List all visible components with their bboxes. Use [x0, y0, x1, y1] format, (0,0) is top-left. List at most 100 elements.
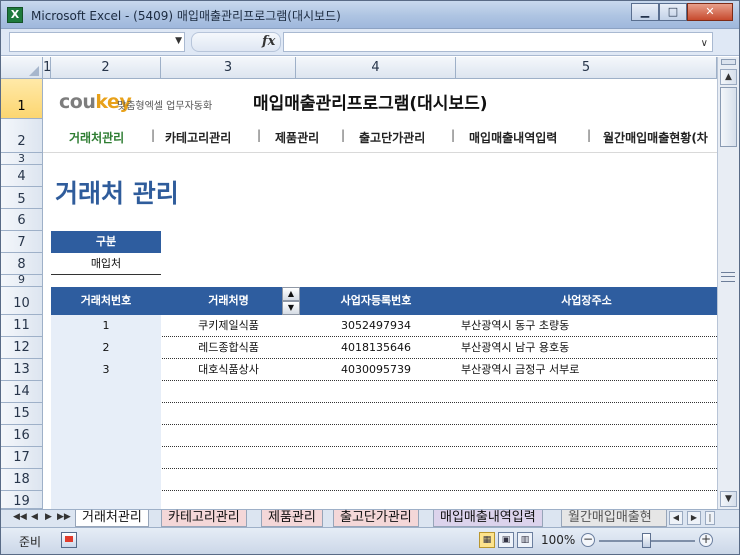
- split-grip-icon[interactable]: [721, 272, 735, 282]
- row-header[interactable]: 7: [1, 231, 43, 253]
- next-sheet-icon[interactable]: ▶: [45, 512, 52, 522]
- window-controls: ▁ □ ✕: [631, 3, 733, 21]
- tab-scroll-left-icon[interactable]: ◀: [669, 511, 683, 525]
- scroll-up-icon[interactable]: ▲: [720, 69, 737, 85]
- cell-vendor-no[interactable]: [51, 447, 161, 469]
- row-header[interactable]: 4: [1, 165, 43, 187]
- page-break-view-icon[interactable]: ▥: [517, 532, 533, 548]
- row-header[interactable]: 10: [1, 287, 43, 315]
- cell-address[interactable]: 부산광역시 남구 용호동: [456, 337, 717, 359]
- cell-vendor-no[interactable]: [51, 425, 161, 447]
- nav-item-monthly[interactable]: 월간매입매출현황(차: [603, 129, 708, 146]
- name-box[interactable]: ▼: [9, 32, 185, 52]
- sheet-tab-categories[interactable]: 카테고리관리: [161, 510, 247, 527]
- cell-vendor-no[interactable]: [51, 469, 161, 491]
- normal-view-icon[interactable]: ▦: [479, 532, 495, 548]
- sheet-tab-monthly[interactable]: 월간매입매출현: [561, 510, 667, 527]
- cell-vendor-no[interactable]: [51, 381, 161, 403]
- row-header[interactable]: 14: [1, 381, 43, 403]
- prev-sheet-icon[interactable]: ◀: [31, 512, 38, 522]
- column-header[interactable]: 4: [296, 57, 456, 79]
- cell-vendor-name[interactable]: 레드종합식품: [161, 337, 296, 359]
- cell-vendor-no[interactable]: [51, 403, 161, 425]
- table-row[interactable]: [51, 491, 717, 509]
- table-row[interactable]: [51, 447, 717, 469]
- last-sheet-icon[interactable]: ▶▶: [57, 512, 71, 522]
- scroll-down-icon[interactable]: ▼: [720, 491, 737, 507]
- column-header[interactable]: 1: [43, 57, 51, 79]
- zoom-out-icon[interactable]: −: [581, 533, 595, 547]
- row-header[interactable]: 5: [1, 187, 43, 209]
- nav-item-products[interactable]: 제품관리: [275, 129, 319, 146]
- cell-vendor-name[interactable]: 대호식품상사: [161, 359, 296, 381]
- row-header[interactable]: 11: [1, 315, 43, 337]
- row-header[interactable]: 6: [1, 209, 43, 231]
- nav-item-categories[interactable]: 카테고리관리: [165, 129, 231, 146]
- expand-formula-icon[interactable]: ∨: [701, 38, 708, 49]
- sheet-tab-products[interactable]: 제품관리: [261, 510, 323, 527]
- category-label: 구분: [51, 231, 161, 253]
- row-header[interactable]: 15: [1, 403, 43, 425]
- cell-vendor-no[interactable]: 3: [51, 359, 161, 381]
- column-header[interactable]: 5: [456, 57, 717, 79]
- sheet-tab-entry[interactable]: 매입매출내역입력: [433, 510, 543, 527]
- row-header[interactable]: 19: [1, 491, 43, 509]
- close-button[interactable]: ✕: [687, 3, 733, 21]
- row-header[interactable]: 13: [1, 359, 43, 381]
- cell-address[interactable]: 부산광역시 금정구 서부로: [456, 359, 717, 381]
- nav-item-prices[interactable]: 출고단가관리: [359, 129, 425, 146]
- row-header[interactable]: 8: [1, 253, 43, 275]
- zoom-level[interactable]: 100%: [541, 533, 575, 547]
- row-header[interactable]: 16: [1, 425, 43, 447]
- row-header[interactable]: 18: [1, 469, 43, 491]
- nav-item-entry[interactable]: 매입매출내역입력: [469, 129, 557, 146]
- row-header[interactable]: 9: [1, 274, 43, 287]
- vertical-scrollbar[interactable]: ▲ ▼: [717, 57, 739, 509]
- formula-input[interactable]: ∨: [283, 32, 713, 52]
- nav-item-vendors[interactable]: 거래처관리: [69, 129, 124, 146]
- cell-vendor-name[interactable]: 쿠키제일식품: [161, 315, 296, 337]
- row-header[interactable]: 1: [1, 79, 43, 119]
- category-value[interactable]: 매입처: [51, 253, 161, 275]
- table-row[interactable]: [51, 403, 717, 425]
- status-ready: 준비: [19, 535, 42, 549]
- row-header[interactable]: 12: [1, 337, 43, 359]
- insert-function-icon[interactable]: fx: [262, 34, 275, 49]
- macro-record-icon[interactable]: [61, 532, 77, 548]
- table-row[interactable]: 3 대호식품상사 4030095739 부산광역시 금정구 서부로: [51, 359, 717, 381]
- zoom-in-icon[interactable]: +: [699, 533, 713, 547]
- cell-vendor-no[interactable]: 1: [51, 315, 161, 337]
- scroll-thumb[interactable]: [720, 87, 737, 147]
- row-header[interactable]: 3: [1, 153, 43, 165]
- cell-business-no[interactable]: 4030095739: [296, 359, 456, 381]
- sheet-tab-prices[interactable]: 출고단가관리: [333, 510, 419, 527]
- table-row[interactable]: [51, 425, 717, 447]
- cell-vendor-no[interactable]: [51, 491, 161, 509]
- row-header[interactable]: 17: [1, 447, 43, 469]
- column-header[interactable]: 2: [51, 57, 161, 79]
- table-row[interactable]: 2 레드종합식품 4018135646 부산광역시 남구 용호동: [51, 337, 717, 359]
- maximize-button[interactable]: □: [659, 3, 687, 21]
- spin-up-icon[interactable]: ▲: [282, 287, 300, 301]
- sheet-tab-vendors[interactable]: 거래처관리: [75, 510, 149, 527]
- first-sheet-icon[interactable]: ◀◀: [13, 512, 27, 522]
- cell-address[interactable]: 부산광역시 동구 초량동: [456, 315, 717, 337]
- tab-split-icon[interactable]: |: [705, 511, 715, 525]
- table-row[interactable]: 1 쿠키제일식품 3052497934 부산광역시 동구 초량동: [51, 315, 717, 337]
- spin-down-icon[interactable]: ▼: [282, 301, 300, 315]
- name-box-dropdown-icon[interactable]: ▼: [175, 36, 182, 46]
- table-row[interactable]: [51, 469, 717, 491]
- excel-app-icon[interactable]: X: [7, 7, 23, 23]
- cell-business-no[interactable]: 4018135646: [296, 337, 456, 359]
- split-handle[interactable]: [721, 59, 736, 65]
- page-layout-view-icon[interactable]: ▣: [498, 532, 514, 548]
- cell-vendor-no[interactable]: 2: [51, 337, 161, 359]
- table-row[interactable]: [51, 381, 717, 403]
- column-header[interactable]: 3: [161, 57, 296, 79]
- cell-business-no[interactable]: 3052497934: [296, 315, 456, 337]
- row-header[interactable]: 2: [1, 119, 43, 153]
- select-all-corner[interactable]: [1, 57, 43, 79]
- minimize-button[interactable]: ▁: [631, 3, 659, 21]
- tab-scroll-right-icon[interactable]: ▶: [687, 511, 701, 525]
- zoom-slider-thumb[interactable]: [642, 533, 651, 548]
